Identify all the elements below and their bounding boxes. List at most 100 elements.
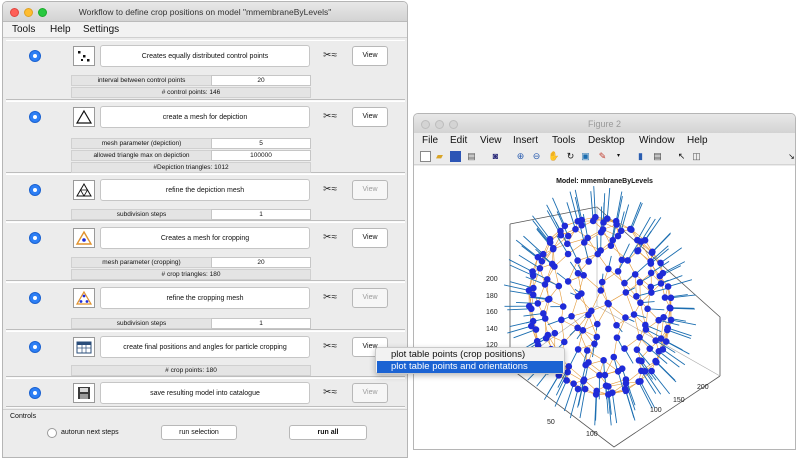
param-input[interactable]: 1 (211, 209, 311, 220)
crop-point (572, 225, 579, 233)
minimize-window-button[interactable] (24, 8, 33, 17)
zoom-window-button[interactable] (449, 120, 458, 129)
mesh-edge (581, 293, 589, 315)
view-button[interactable]: View (352, 46, 388, 66)
menu-item-plot-orientations[interactable]: plot table points and orientations (377, 361, 563, 373)
crop-point (667, 304, 674, 312)
zoom-in-icon[interactable]: ⊕ (515, 151, 526, 162)
scissors-icon[interactable]: ✂≈ (319, 183, 341, 197)
crop-point (593, 387, 601, 395)
menu-insert[interactable]: Insert (513, 133, 538, 149)
menu-help[interactable]: Help (50, 22, 71, 38)
crop-point (614, 268, 622, 275)
step-description-button[interactable]: create final positions and angles for pa… (100, 336, 310, 358)
orientation-vector (569, 388, 579, 419)
crop-point (631, 271, 639, 278)
crop-point (585, 258, 593, 265)
3d-axes[interactable] (414, 166, 796, 450)
crop-point (646, 345, 654, 352)
menu-edit[interactable]: Edit (450, 133, 467, 149)
crop-point (574, 217, 582, 225)
param-input[interactable]: 5 (211, 138, 311, 149)
scissors-icon[interactable]: ✂≈ (319, 291, 341, 305)
param-input[interactable]: 20 (211, 75, 311, 86)
run-selection-button[interactable]: run selection (161, 425, 237, 440)
rotate-3d-icon[interactable]: ↻ (565, 151, 576, 162)
step-radio[interactable] (29, 387, 41, 399)
close-window-button[interactable] (10, 8, 19, 17)
pan-icon[interactable]: ✋ (548, 151, 559, 162)
scissors-icon[interactable]: ✂≈ (319, 110, 341, 124)
scissors-icon[interactable]: ✂≈ (319, 386, 341, 400)
step-radio[interactable] (29, 111, 41, 123)
scissors-icon[interactable]: ✂≈ (319, 231, 341, 245)
menu-tools[interactable]: Tools (12, 22, 35, 38)
orientation-vector (640, 381, 655, 408)
view-button[interactable]: View (352, 288, 388, 308)
view-button[interactable]: View (352, 228, 388, 248)
step-radio[interactable] (29, 232, 41, 244)
workflow-window-titlebar[interactable]: Workflow to define crop positions on mod… (3, 2, 407, 22)
step-description-button[interactable]: refine the cropping mesh (100, 287, 310, 309)
pointer-icon[interactable]: ↖ (676, 151, 687, 162)
data-cursor-icon[interactable]: ▣ (580, 151, 591, 162)
close-window-button[interactable] (421, 120, 430, 129)
menu-file[interactable]: File (422, 133, 438, 149)
table-icon (73, 337, 95, 357)
crop-point (633, 346, 641, 353)
param-input[interactable]: 100000 (211, 150, 311, 161)
figure-window-titlebar[interactable]: Figure 2 (414, 114, 795, 134)
step-radio[interactable] (29, 341, 41, 353)
zoom-out-icon[interactable]: ⊖ (531, 151, 542, 162)
menu-item-plot-crop-positions[interactable]: plot table points (crop positions) (377, 349, 563, 361)
menu-settings[interactable]: Settings (83, 22, 119, 38)
param-input[interactable]: 1 (211, 318, 311, 329)
brush-icon[interactable]: ✎ (597, 151, 608, 162)
step-description-button[interactable]: create a mesh for depiction (100, 106, 310, 128)
print-icon[interactable]: ▤ (466, 151, 477, 162)
view-button[interactable]: View (352, 383, 388, 403)
z-tick: 200 (486, 276, 498, 283)
property-editor-icon[interactable]: ◫ (691, 151, 702, 162)
open-file-icon[interactable]: ▰ (434, 151, 445, 162)
zoom-window-button[interactable] (38, 8, 47, 17)
colorbar-icon[interactable]: ▮ (635, 151, 646, 162)
step-radio[interactable] (29, 184, 41, 196)
step-description-button[interactable]: Creates equally distributed control poin… (100, 45, 310, 67)
menu-desktop[interactable]: Desktop (588, 133, 625, 149)
crop-point (630, 311, 638, 318)
menu-tools[interactable]: Tools (552, 133, 575, 149)
legend-icon[interactable]: ▤ (652, 151, 663, 162)
param-label: interval between control points (71, 75, 211, 86)
step-radio[interactable] (29, 292, 41, 304)
autorun-checkbox[interactable] (47, 428, 57, 438)
param-label: subdivision steps (71, 318, 211, 329)
dock-arrow-icon[interactable]: ↘ (786, 151, 795, 162)
save-icon[interactable] (450, 151, 461, 162)
crop-point (648, 367, 655, 375)
link-plot-icon[interactable]: ◙ (490, 151, 501, 162)
step-radio[interactable] (29, 50, 41, 62)
step-description-button[interactable]: refine the depiction mesh (100, 179, 310, 201)
scissors-icon[interactable]: ✂≈ (319, 49, 341, 63)
param-label: allowed triangle max on depiction (71, 150, 211, 161)
plot-area[interactable]: Model: mmembraneByLevels 200 180 160 140… (414, 166, 795, 449)
minimize-window-button[interactable] (435, 120, 444, 129)
crop-point (647, 283, 655, 291)
step-description-button[interactable]: save resulting model into catalogue (100, 382, 310, 404)
chevron-down-icon[interactable]: ▾ (613, 151, 624, 162)
run-all-button[interactable]: run all (289, 425, 367, 440)
step-description-button[interactable]: Creates a mesh for cropping (100, 227, 310, 249)
new-figure-icon[interactable] (420, 151, 431, 162)
menu-help[interactable]: Help (687, 133, 708, 149)
orientation-vector (563, 383, 575, 412)
orientation-vector (552, 197, 566, 227)
scissors-icon[interactable]: ✂≈ (319, 340, 341, 354)
menu-view[interactable]: View (480, 133, 502, 149)
crop-point (561, 222, 569, 230)
menu-window[interactable]: Window (639, 133, 675, 149)
view-button[interactable]: View (352, 180, 388, 200)
step-panel-control-points: Creates equally distributed control poin… (6, 40, 405, 100)
view-button[interactable]: View (352, 107, 388, 127)
param-input[interactable]: 20 (211, 257, 311, 268)
